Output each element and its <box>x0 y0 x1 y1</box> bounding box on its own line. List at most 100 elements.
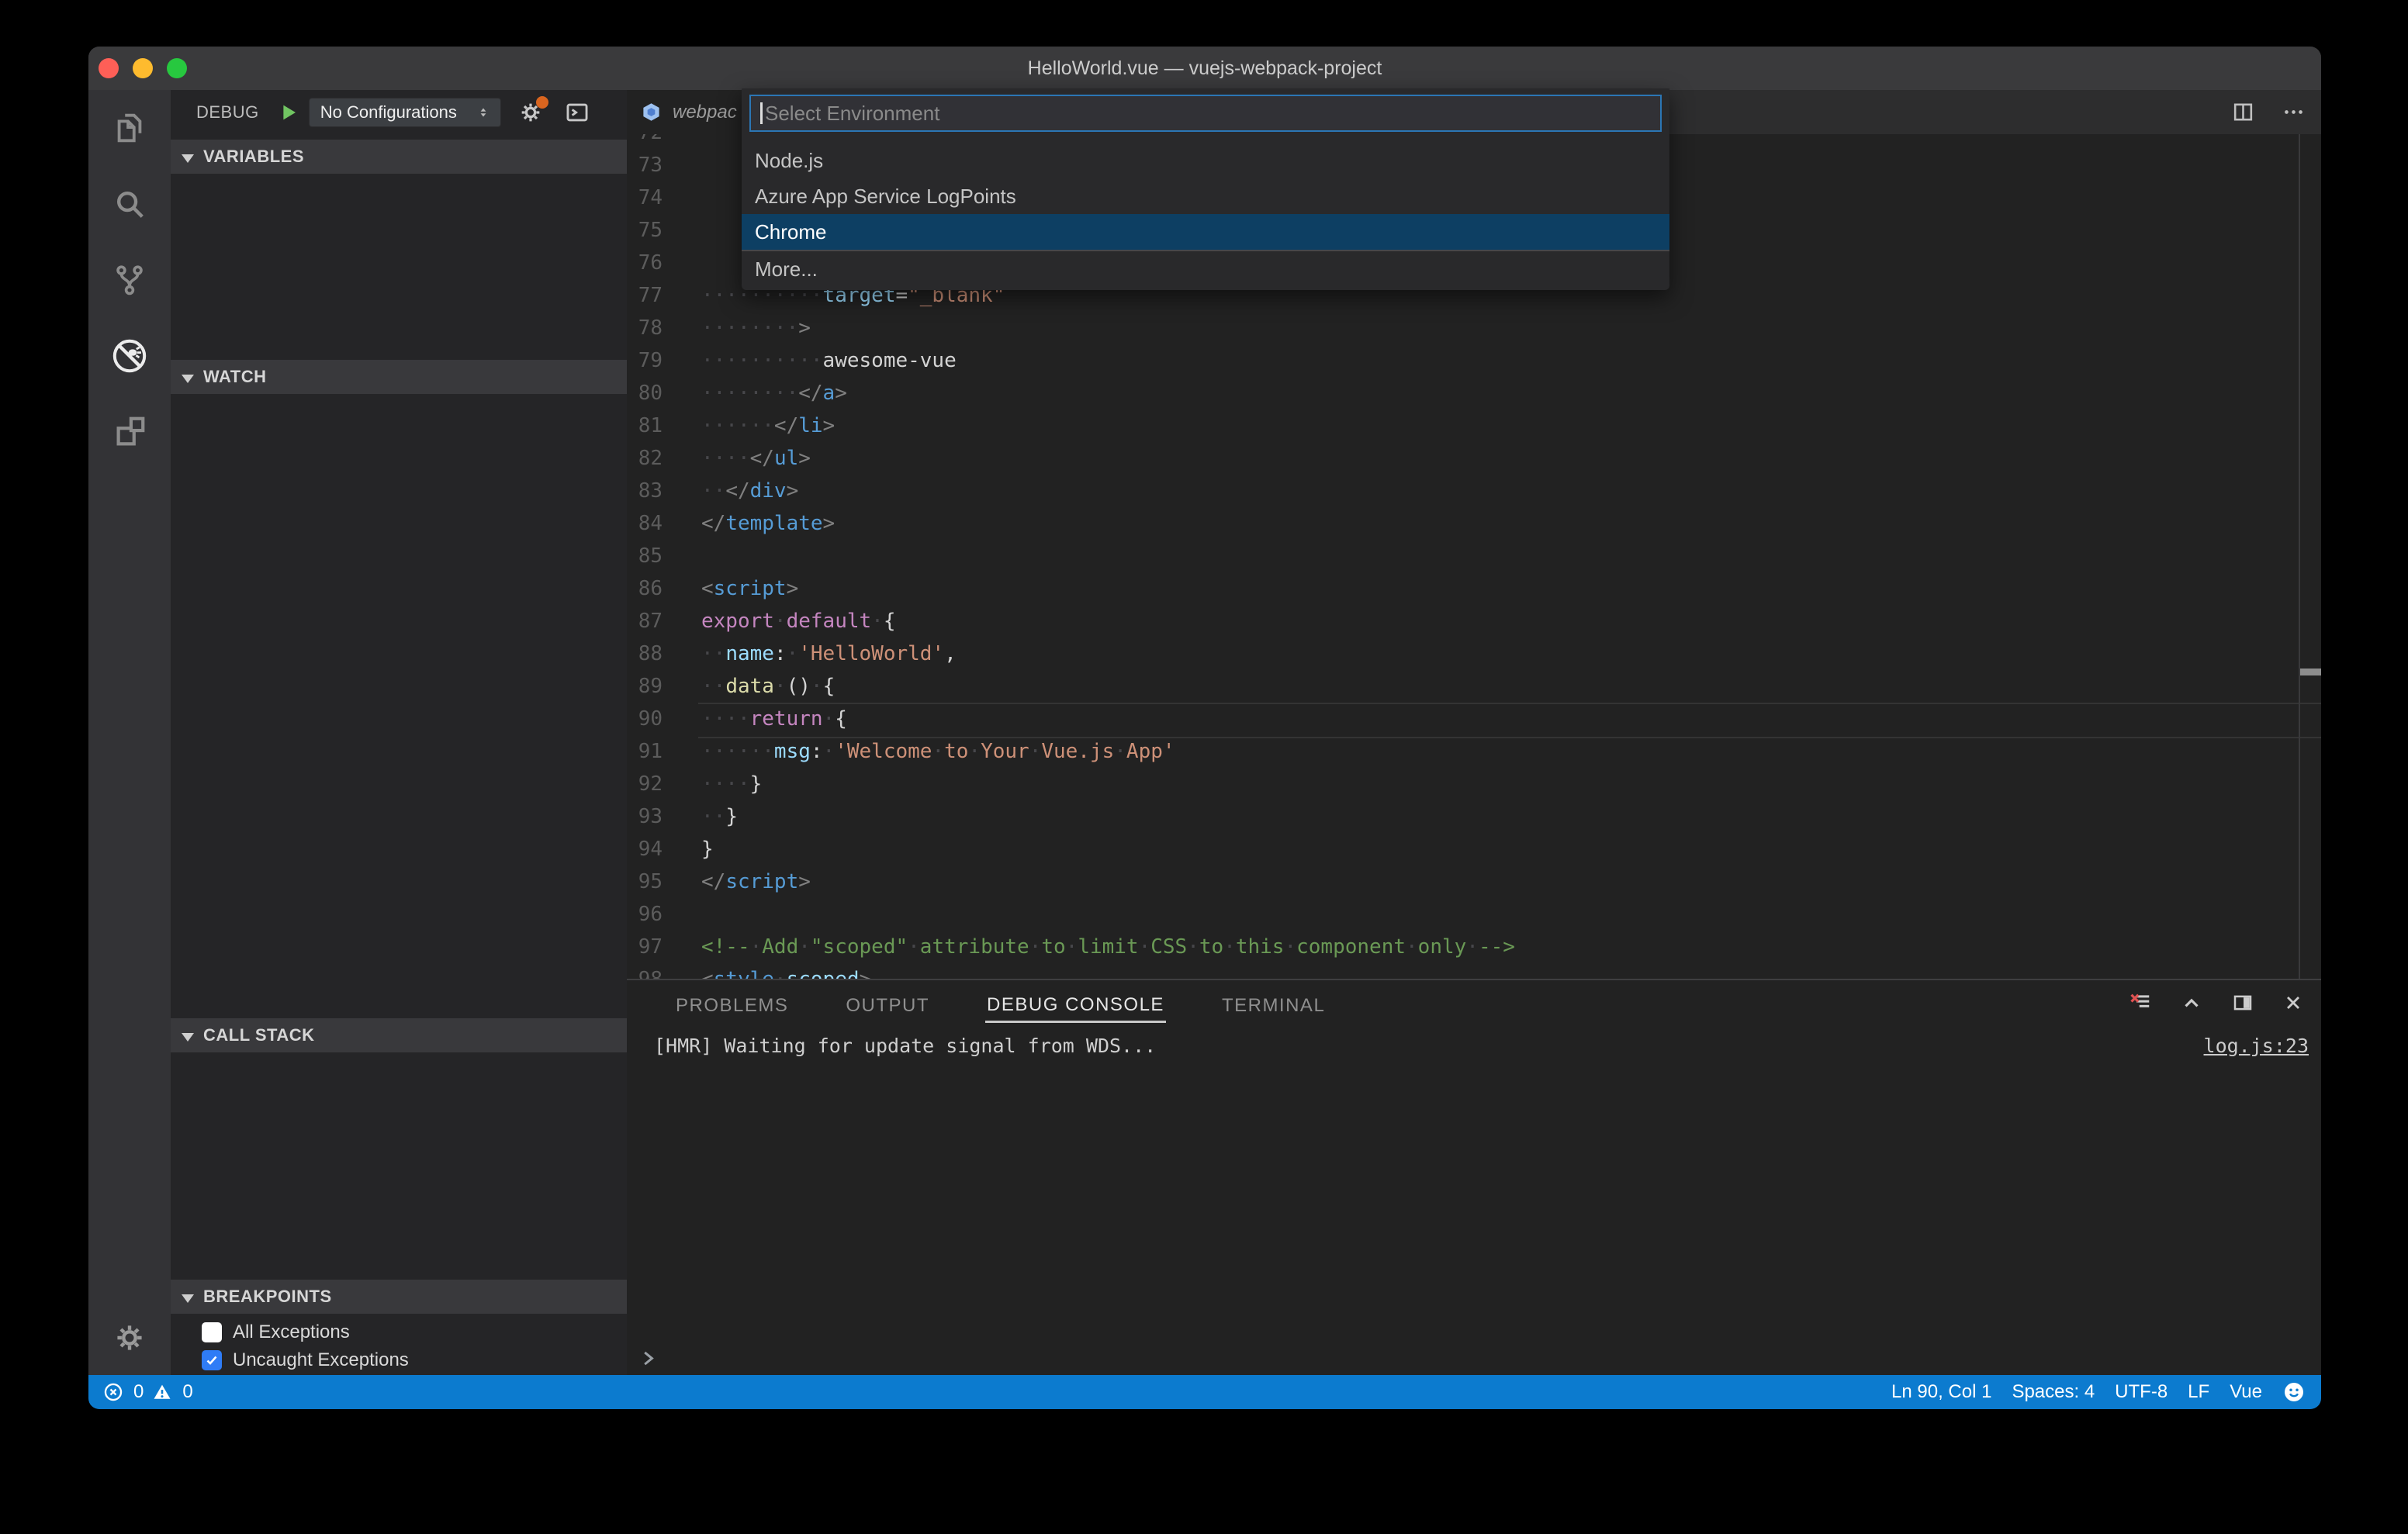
debug-console-input[interactable] <box>627 1341 2321 1375</box>
line-number[interactable]: 93 <box>627 800 698 833</box>
line-number[interactable]: 78 <box>627 312 698 344</box>
code-line-78: 78 ········> <box>627 312 2321 344</box>
panel-actions <box>2129 991 2304 1014</box>
line-number[interactable]: 98 <box>627 963 698 979</box>
status-item[interactable]: UTF-8 <box>2115 1381 2168 1403</box>
line-number[interactable]: 86 <box>627 572 698 605</box>
line-number[interactable]: 92 <box>627 768 698 800</box>
line-content: <!--·Add·"scoped"·attribute·to·limit·CSS… <box>701 935 1515 959</box>
code-line-91: 91 ······msg:·'Welcome·to·Your·Vue.js·App… <box>627 735 2321 768</box>
environment-search-input[interactable] <box>751 96 1660 130</box>
line-number[interactable]: 75 <box>627 214 698 247</box>
line-number[interactable]: 97 <box>627 931 698 963</box>
environment-option[interactable]: More... <box>742 250 1669 285</box>
line-number[interactable]: 81 <box>627 409 698 442</box>
configure-badge <box>535 95 548 109</box>
more-actions-icon[interactable] <box>2282 100 2306 124</box>
breakpoint-row: All Exceptions <box>171 1318 627 1346</box>
section-header-variables[interactable]: VARIABLES <box>171 140 627 174</box>
code-line-82: 82 ····</ul> <box>627 442 2321 475</box>
line-number[interactable]: 90 <box>627 703 698 735</box>
line-number[interactable]: 94 <box>627 833 698 865</box>
configure-gear-icon[interactable] <box>518 95 548 125</box>
debug-title: DEBUG <box>196 102 259 122</box>
line-content: </script> <box>701 870 811 893</box>
extensions-icon[interactable] <box>88 394 171 470</box>
maximize-panel-icon[interactable] <box>2180 991 2203 1014</box>
environment-option[interactable]: Node.js <box>742 143 1669 178</box>
checkbox-checked[interactable] <box>202 1350 222 1370</box>
line-number[interactable]: 79 <box>627 344 698 377</box>
panel-tab-output[interactable]: OUTPUT <box>844 987 931 1021</box>
line-number[interactable]: 96 <box>627 898 698 931</box>
close-panel-icon[interactable] <box>2282 992 2304 1014</box>
panel-tab-problems[interactable]: PROBLEMS <box>674 987 790 1021</box>
configurations-dropdown[interactable]: No Configurations <box>308 97 501 127</box>
code-line-86: 86 <script> <box>627 572 2321 605</box>
line-number[interactable]: 88 <box>627 637 698 670</box>
section-header-breakpoints[interactable]: BREAKPOINTS <box>171 1280 627 1314</box>
line-number[interactable]: 83 <box>627 475 698 507</box>
bottom-panel: PROBLEMS OUTPUT DEBUG CONSOLE TERMINAL [… <box>627 979 2321 1375</box>
start-debug-button[interactable] <box>276 101 299 124</box>
split-editor-icon[interactable] <box>2231 100 2255 124</box>
line-number[interactable]: 84 <box>627 507 698 540</box>
move-panel-right-icon[interactable] <box>2231 991 2254 1014</box>
line-content: ··} <box>701 805 738 828</box>
line-number[interactable]: 74 <box>627 181 698 214</box>
line-content: ········> <box>701 316 811 340</box>
cursor-position-marker <box>2300 669 2321 675</box>
twistie-icon <box>182 1032 194 1042</box>
panel-tab-debug-console[interactable]: DEBUG CONSOLE <box>985 986 1166 1023</box>
debug-icon[interactable] <box>88 318 171 394</box>
settings-gear-icon[interactable] <box>88 1321 171 1355</box>
search-icon[interactable] <box>88 166 171 242</box>
problems-status[interactable]: 0 0 <box>88 1381 193 1403</box>
line-number[interactable]: 73 <box>627 149 698 181</box>
code-line-92: 92 ····} <box>627 768 2321 800</box>
line-content: } <box>701 838 714 861</box>
line-number[interactable]: 72 <box>627 134 698 149</box>
line-number[interactable]: 77 <box>627 279 698 312</box>
titlebar: HelloWorld.vue — vuejs-webpack-project <box>88 47 2321 90</box>
line-number[interactable]: 95 <box>627 865 698 898</box>
status-item[interactable]: Spaces: 4 <box>2012 1381 2095 1403</box>
prompt-chevron-icon <box>644 1351 654 1366</box>
breakpoint-label: All Exceptions <box>233 1322 350 1342</box>
debug-sidebar: DEBUG No Configurations VARIABLES WATCH … <box>171 90 627 1375</box>
line-content: </template> <box>701 512 836 535</box>
line-content: ··data·()·{ <box>701 675 836 698</box>
explorer-icon[interactable] <box>88 90 171 166</box>
line-number[interactable]: 76 <box>627 247 698 279</box>
source-control-icon[interactable] <box>88 242 171 318</box>
line-number[interactable]: 85 <box>627 540 698 572</box>
status-item[interactable]: Vue <box>2230 1381 2262 1403</box>
checkbox-unchecked[interactable] <box>202 1322 222 1342</box>
environment-input-box <box>749 95 1662 132</box>
status-item[interactable]: Ln 90, Col 1 <box>1891 1381 1991 1403</box>
console-source-link[interactable]: log.js:23 <box>2204 1035 2309 1057</box>
overview-ruler[interactable] <box>2299 134 2321 979</box>
error-count: 0 <box>133 1381 144 1402</box>
twistie-icon <box>182 374 194 383</box>
environment-option[interactable]: Chrome <box>742 214 1669 250</box>
toggle-debug-console-icon[interactable] <box>563 99 591 126</box>
line-number[interactable]: 89 <box>627 670 698 703</box>
tab-label: webpac <box>673 101 737 123</box>
panel-tab-terminal[interactable]: TERMINAL <box>1220 987 1327 1021</box>
status-item[interactable]: LF <box>2188 1381 2209 1403</box>
line-content: ····return·{ <box>698 703 2321 738</box>
feedback-smiley-icon[interactable] <box>2282 1380 2306 1404</box>
status-bar-right: Ln 90, Col 1 Spaces: 4 UTF-8 LF Vue <box>1891 1380 2321 1404</box>
section-header-call-stack[interactable]: CALL STACK <box>171 1018 627 1052</box>
line-number[interactable]: 82 <box>627 442 698 475</box>
configurations-dropdown-label: No Configurations <box>320 102 457 122</box>
environment-option[interactable]: Azure App Service LogPoints <box>742 178 1669 214</box>
line-number[interactable]: 80 <box>627 377 698 409</box>
code-line-89: 89 ··data·()·{ <box>627 670 2321 703</box>
line-number[interactable]: 91 <box>627 735 698 768</box>
section-header-watch[interactable]: WATCH <box>171 360 627 394</box>
clear-console-icon[interactable] <box>2129 991 2152 1014</box>
line-number[interactable]: 87 <box>627 605 698 637</box>
debug-toolbar: DEBUG No Configurations <box>171 90 627 134</box>
